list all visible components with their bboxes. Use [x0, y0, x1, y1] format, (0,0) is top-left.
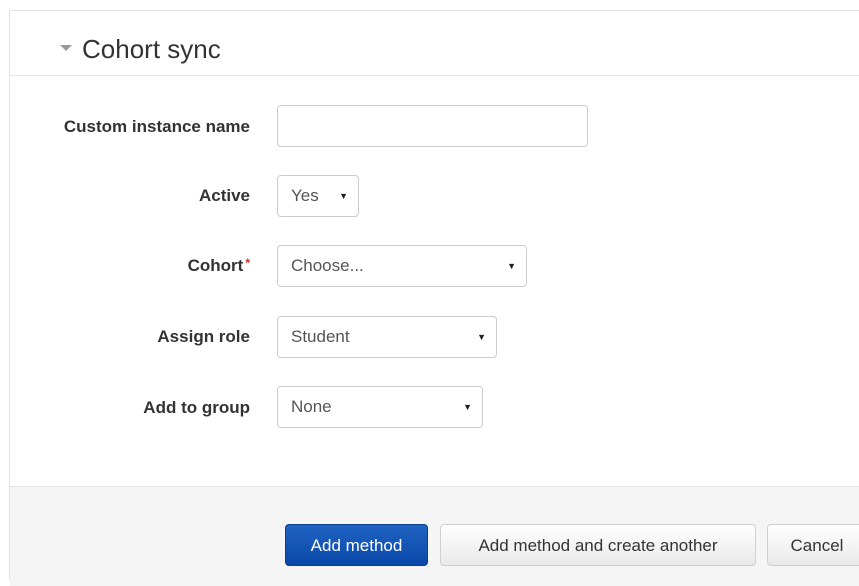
cohort-sync-fieldset: Cohort sync Custom instance name Active …	[9, 10, 859, 586]
caret-down-icon[interactable]	[60, 45, 72, 51]
add-to-group-select-value: None	[291, 397, 332, 416]
active-select-value: Yes	[291, 186, 319, 205]
cohort-select[interactable]: Choose... ▼	[277, 245, 527, 287]
cohort-label: Cohort *	[10, 256, 250, 276]
assign-role-select[interactable]: Student ▼	[277, 316, 497, 358]
assign-role-select-value: Student	[291, 327, 350, 346]
add-to-group-select[interactable]: None ▼	[277, 386, 483, 428]
cancel-button[interactable]: Cancel	[767, 524, 859, 566]
active-select[interactable]: Yes ▼	[277, 175, 359, 217]
select-arrow-icon: ▼	[463, 402, 472, 412]
section-title[interactable]: Cohort sync	[82, 34, 221, 64]
custom-instance-name-input[interactable]	[277, 105, 588, 147]
fieldset-legend[interactable]: Cohort sync	[10, 11, 859, 76]
add-method-and-create-another-button[interactable]: Add method and create another	[440, 524, 756, 566]
add-to-group-label: Add to group	[143, 398, 250, 417]
cohort-label-text: Cohort	[187, 256, 244, 275]
required-marker: *	[245, 256, 250, 270]
assign-role-label: Assign role	[157, 327, 250, 346]
cohort-select-value: Choose...	[291, 256, 364, 275]
select-arrow-icon: ▼	[507, 261, 516, 271]
select-arrow-icon: ▼	[339, 191, 348, 201]
active-label: Active	[198, 186, 250, 205]
add-method-button[interactable]: Add method	[285, 524, 428, 566]
select-arrow-icon: ▼	[477, 332, 486, 342]
form-actions: Add method Add method and create another…	[10, 486, 859, 586]
custom-instance-name-label: Custom instance name	[63, 117, 250, 136]
